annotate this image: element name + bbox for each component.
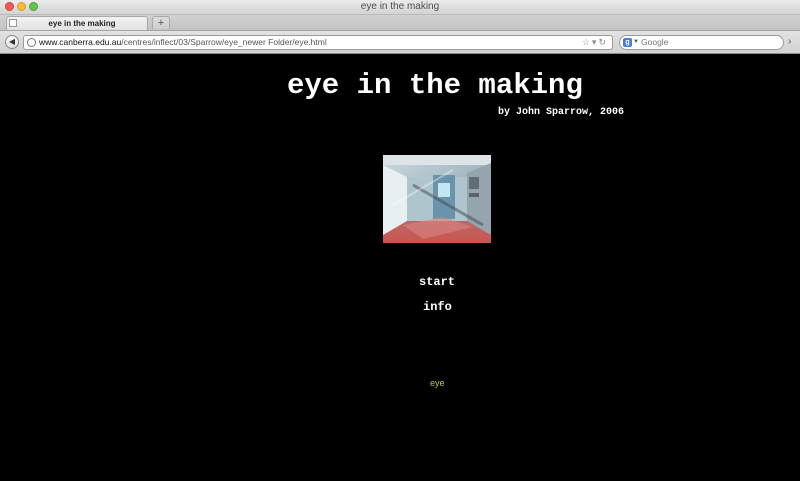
window-titlebar: eye in the making <box>0 0 800 15</box>
plus-icon: + <box>157 17 165 29</box>
reload-icon[interactable]: ↻ <box>598 37 608 47</box>
hero-image[interactable] <box>383 155 491 243</box>
navigation-toolbar: ◀ www.canberra.edu.au/centres/inflect/03… <box>0 31 800 54</box>
page-title: eye in the making <box>287 69 583 102</box>
eye-link[interactable]: eye <box>430 378 445 389</box>
chevron-right-icon: › <box>788 36 792 47</box>
address-text: www.canberra.edu.au/centres/inflect/03/S… <box>39 36 327 49</box>
back-button[interactable]: ◀ <box>5 35 19 49</box>
tab-eye-in-the-making[interactable]: eye in the making <box>6 16 148 30</box>
search-bar[interactable]: g ▼ Google <box>619 35 784 50</box>
google-icon[interactable]: g <box>623 38 632 47</box>
page-favicon-icon <box>9 19 17 27</box>
byline: by John Sparrow, 2006 <box>498 107 625 118</box>
search-placeholder: Google <box>641 37 669 47</box>
search-engine-dropdown-icon[interactable]: ▼ <box>633 36 639 49</box>
page-content: eye in the making by John Sparrow, 2006 <box>0 54 800 481</box>
new-tab-button[interactable]: + <box>152 16 170 29</box>
start-link[interactable]: start <box>419 275 455 289</box>
globe-icon <box>27 38 36 47</box>
hero-image-graphic <box>383 155 491 243</box>
back-arrow-icon: ◀ <box>8 37 16 46</box>
tab-label: eye in the making <box>48 19 116 28</box>
star-icon[interactable]: ☆ <box>582 37 592 47</box>
tab-bar: eye in the making + <box>0 15 800 31</box>
info-link[interactable]: info <box>423 300 452 314</box>
window-title: eye in the making <box>360 1 440 12</box>
url-host: www.canberra.edu.au <box>39 37 122 47</box>
toolbar-overflow-button[interactable]: › <box>788 35 798 49</box>
address-bar-actions: ☆▾↻ <box>582 36 608 49</box>
address-bar[interactable]: www.canberra.edu.au/centres/inflect/03/S… <box>23 35 613 50</box>
url-path: /centres/inflect/03/Sparrow/eye_newer Fo… <box>121 37 327 47</box>
